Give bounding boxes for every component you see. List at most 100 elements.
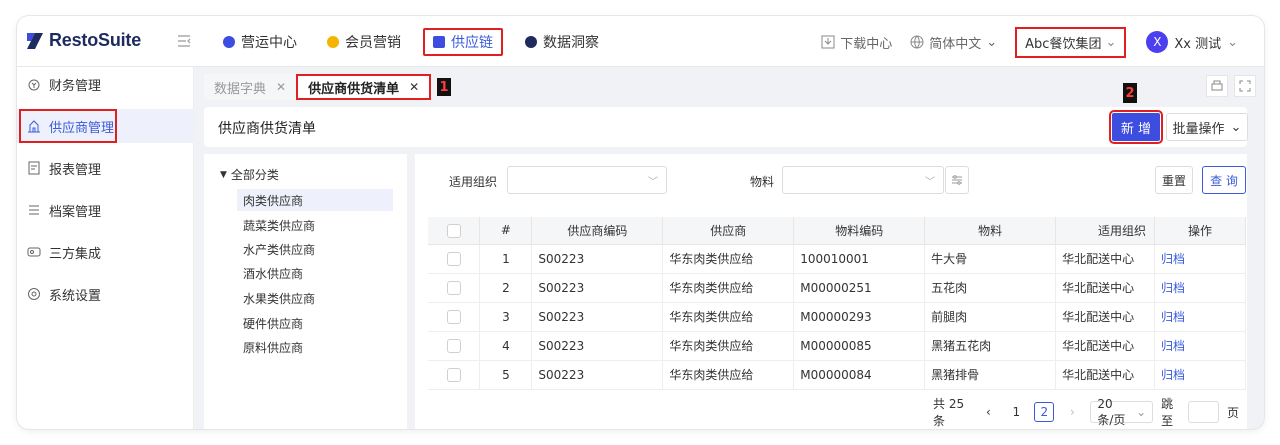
collapse-menu-icon[interactable]: [177, 34, 191, 48]
chevron-down-icon: ⌄: [1105, 34, 1117, 50]
row-checkbox[interactable]: [446, 367, 461, 382]
table-row: 1 S00223 华东肉类供应给 100010001 牛大骨 华北配送中心 归档: [428, 244, 1247, 274]
nav-item-member-marketing[interactable]: 会员营销: [319, 28, 409, 56]
data-insights-icon: [525, 36, 537, 48]
row-index: 4: [479, 331, 533, 361]
table-row: 3 S00223 华东肉类供应给 M00000293 前腿肉 华北配送中心 归档: [428, 302, 1247, 332]
supplier-code-cell: S00223: [531, 360, 664, 390]
material-cell: 牛大骨: [924, 244, 1057, 274]
archive-link[interactable]: 归档: [1161, 252, 1185, 266]
material-code-cell: 100010001: [793, 244, 926, 274]
material-filter-select[interactable]: ﹀: [782, 166, 944, 194]
material-code-cell: M00000293: [793, 302, 926, 332]
row-index: 1: [479, 244, 533, 274]
tree-node[interactable]: 硬件供应商: [237, 312, 393, 334]
org-selector[interactable]: Abc餐饮集团 ⌄: [1015, 26, 1127, 58]
tree-node[interactable]: 原料供应商: [237, 336, 393, 358]
nav-item-supply-chain[interactable]: 供应链: [423, 28, 503, 56]
tree-node[interactable]: 肉类供应商: [237, 189, 393, 211]
material-code-cell: M00000251: [793, 273, 926, 303]
language-switch[interactable]: 简体中文 ⌄: [910, 33, 997, 52]
sidebar-item-archives[interactable]: 档案管理: [17, 193, 194, 227]
supplier-code-cell: S00223: [531, 302, 664, 332]
org-cell: 华北配送中心: [1055, 302, 1155, 332]
app-window: RestoSuite 营运中心 会员营销 供应链 数据洞察 下载中心 简体中文 ⌄…: [17, 16, 1264, 429]
tree-node[interactable]: 蔬菜类供应商: [237, 214, 393, 236]
material-filter-label: 物料: [750, 175, 775, 189]
top-bar: RestoSuite 营运中心 会员营销 供应链 数据洞察 下载中心 简体中文 ⌄…: [17, 16, 1264, 67]
tab-supplier-list[interactable]: 供应商供货清单 ✕: [296, 74, 432, 100]
col-supplier-code: 供应商编码: [531, 217, 664, 245]
batch-operation-button[interactable]: 批量操作 ⌄: [1166, 113, 1248, 141]
tab-bar: 数据字典 ✕ 供应商供货清单 ✕: [204, 74, 432, 100]
step-marker-2: 2: [1123, 83, 1137, 103]
chevron-down-icon: ⌄: [1230, 119, 1242, 135]
query-button[interactable]: 查 询: [1202, 166, 1246, 194]
table-header-row: # 供应商编码 供应商 物料编码 物料 适用组织 操作: [428, 217, 1247, 245]
close-icon[interactable]: ✕: [276, 80, 286, 94]
step-marker-1: 1: [437, 78, 451, 96]
sidebar-item-reports[interactable]: 报表管理: [17, 151, 194, 185]
col-material-code: 物料编码: [793, 217, 926, 245]
page-size-select[interactable]: 20 条/页 ⌄: [1090, 397, 1154, 427]
tree-node[interactable]: 酒水供应商: [237, 262, 393, 284]
filter-settings-button[interactable]: [945, 166, 969, 194]
pagination: 共 25 条 ‹ 1 2 › 20 条/页 ⌄ 跳至 页: [933, 397, 1247, 429]
nav-item-data-insights[interactable]: 数据洞察: [517, 28, 607, 56]
org-cell: 华北配送中心: [1055, 244, 1155, 274]
sidebar-item-finance[interactable]: 财务管理: [17, 67, 194, 101]
supplier-cell: 华东肉类供应给: [662, 244, 795, 274]
col-supplier: 供应商: [662, 217, 795, 245]
top-nav: 营运中心 会员营销 供应链 数据洞察: [215, 28, 621, 56]
user-menu[interactable]: X Xx 测试 ⌄: [1146, 31, 1238, 53]
avatar: X: [1146, 31, 1169, 53]
page-2[interactable]: 2: [1034, 402, 1055, 422]
col-org: 适用组织: [1055, 217, 1155, 245]
sidebar-highlight-box: [19, 109, 117, 143]
archive-link[interactable]: 归档: [1161, 281, 1185, 295]
add-button[interactable]: 新 增: [1109, 110, 1163, 144]
select-all-cell: [428, 217, 481, 245]
supply-chain-icon: [433, 36, 445, 48]
sidebar-item-integrations[interactable]: 三方集成: [17, 235, 194, 269]
caret-down-icon: ▼: [220, 169, 227, 180]
material-code-cell: M00000085: [793, 331, 926, 361]
supplier-cell: 华东肉类供应给: [662, 302, 795, 332]
org-filter-label: 适用组织: [449, 175, 498, 189]
print-icon[interactable]: [1206, 75, 1228, 97]
select-all-checkbox[interactable]: [446, 223, 461, 238]
nav-item-operations[interactable]: 营运中心: [215, 28, 305, 56]
org-filter-select[interactable]: ﹀: [507, 166, 667, 194]
app-name: RestoSuite: [49, 30, 142, 50]
jump-page-input[interactable]: [1188, 401, 1219, 423]
reset-button[interactable]: 重置: [1155, 166, 1193, 194]
supplier-cell: 华东肉类供应给: [662, 331, 795, 361]
close-icon[interactable]: ✕: [409, 80, 419, 94]
prev-page-icon[interactable]: ‹: [978, 402, 998, 422]
archive-link[interactable]: 归档: [1161, 310, 1185, 324]
org-cell: 华北配送中心: [1055, 273, 1155, 303]
row-checkbox[interactable]: [446, 309, 461, 324]
material-code-cell: M00000084: [793, 360, 926, 390]
tab-data-dictionary[interactable]: 数据字典 ✕: [204, 74, 297, 100]
archive-link[interactable]: 归档: [1161, 368, 1185, 382]
next-page-icon[interactable]: ›: [1062, 402, 1082, 422]
table-row: 5 S00223 华东肉类供应给 M00000084 黑猪排骨 华北配送中心 归…: [428, 360, 1247, 390]
page-1[interactable]: 1: [1006, 402, 1026, 422]
row-index: 5: [479, 360, 533, 390]
fullscreen-icon[interactable]: [1234, 75, 1256, 97]
row-checkbox[interactable]: [446, 251, 461, 266]
operations-icon: [223, 36, 235, 48]
download-center[interactable]: 下载中心: [821, 33, 892, 52]
sidebar-item-settings[interactable]: 系统设置: [17, 277, 194, 311]
tree-node[interactable]: 水果类供应商: [237, 287, 393, 309]
tab-tools: [1206, 75, 1256, 97]
tree-root[interactable]: ▼ 全部分类: [220, 166, 279, 183]
logo[interactable]: RestoSuite: [25, 30, 141, 51]
archive-link[interactable]: 归档: [1161, 339, 1185, 353]
material-cell: 黑猪五花肉: [924, 331, 1057, 361]
row-checkbox[interactable]: [446, 338, 461, 353]
tree-node[interactable]: 水产类供应商: [237, 238, 393, 260]
row-checkbox[interactable]: [446, 280, 461, 295]
gear-icon: [28, 288, 40, 300]
